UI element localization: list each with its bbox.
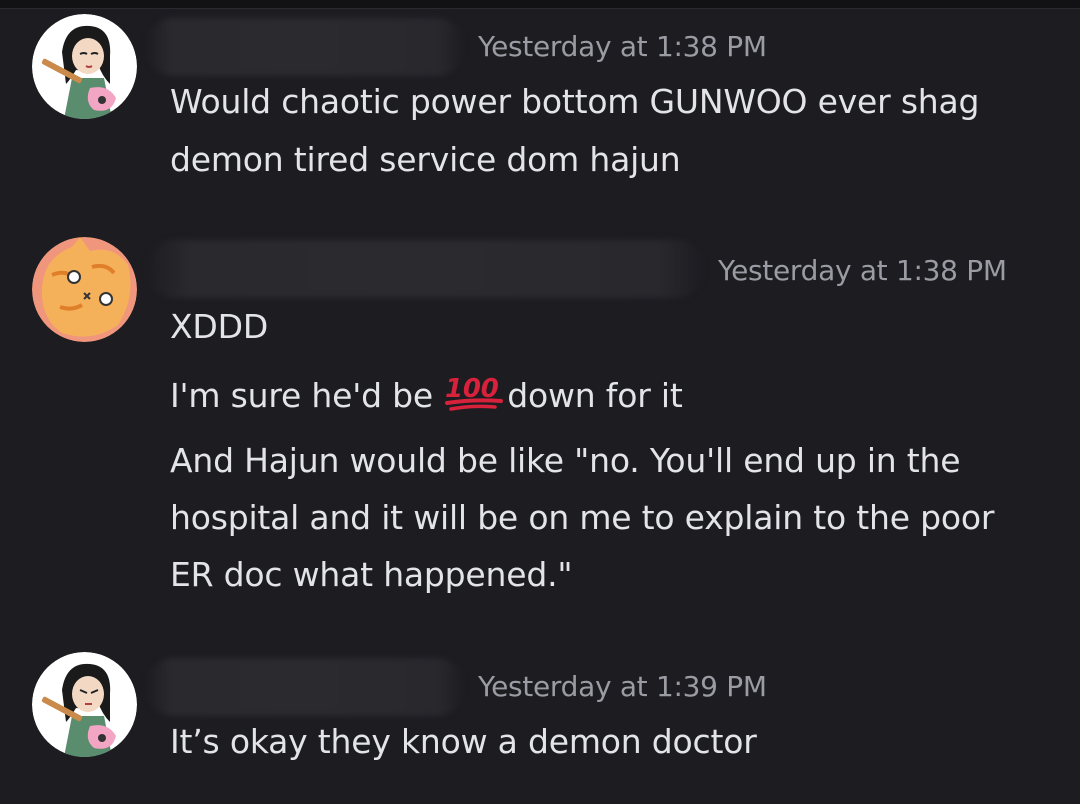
message-text: It’s okay they know a demon doctor [170, 722, 757, 761]
message-text: demon tired service dom hajun [170, 140, 681, 179]
top-divider [0, 0, 1080, 9]
message-text-with-emoji: I'm sure he'd be 100 down for it [170, 373, 683, 415]
user-avatar[interactable] [32, 652, 137, 757]
message-text: ER doc what happened." [170, 555, 573, 594]
redacted-username [145, 240, 705, 298]
timestamp: Yesterday at 1:38 PM [718, 254, 1007, 287]
message-text: And Hajun would be like "no. You'll end … [170, 441, 961, 480]
message-text: XDDD [170, 307, 269, 346]
message-text: Would chaotic power bottom GUNWOO ever s… [170, 82, 980, 121]
message-text: I'm sure he'd be [170, 376, 433, 415]
redacted-username [145, 658, 465, 716]
timestamp: Yesterday at 1:38 PM [478, 30, 767, 63]
user-avatar[interactable] [32, 14, 137, 119]
message-text: down for it [507, 376, 683, 415]
redacted-username [145, 18, 465, 76]
hundred-points-emoji: 100 [443, 373, 507, 413]
message-text: hospital and it will be on me to explain… [170, 498, 995, 537]
user-avatar[interactable] [32, 237, 137, 342]
timestamp: Yesterday at 1:39 PM [478, 670, 767, 703]
